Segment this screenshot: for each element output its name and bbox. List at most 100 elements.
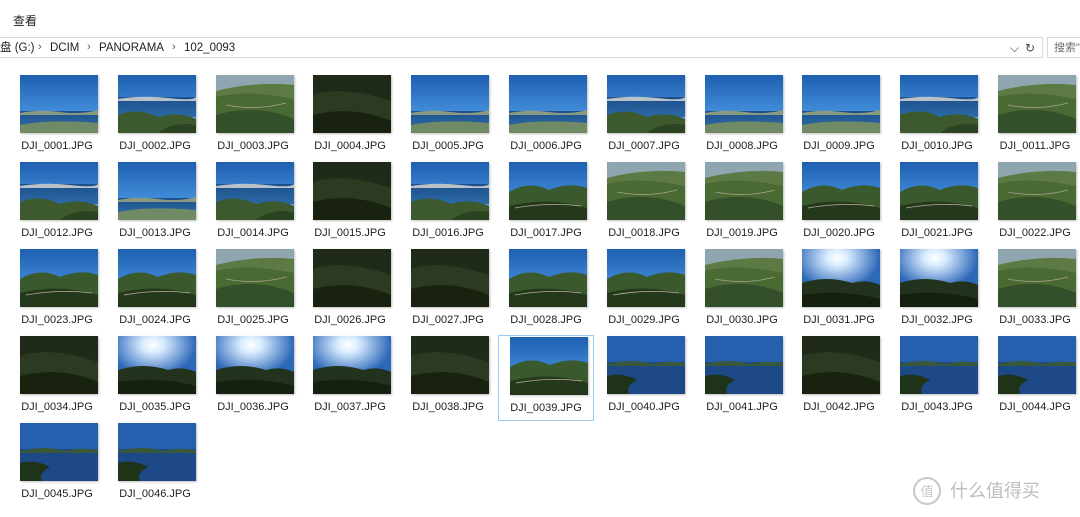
image-thumbnail[interactable]: [900, 162, 978, 220]
file-name-label: DJI_0007.JPG: [608, 140, 680, 152]
file-item[interactable]: DJI_0015.JPG: [302, 161, 398, 247]
file-item[interactable]: DJI_0042.JPG: [791, 335, 887, 421]
file-item[interactable]: DJI_0045.JPG: [9, 422, 105, 508]
image-thumbnail[interactable]: [313, 75, 391, 133]
file-item[interactable]: DJI_0043.JPG: [889, 335, 985, 421]
image-thumbnail[interactable]: [607, 336, 685, 394]
file-item[interactable]: DJI_0026.JPG: [302, 248, 398, 334]
file-item[interactable]: DJI_0012.JPG: [9, 161, 105, 247]
file-name-label: DJI_0034.JPG: [21, 401, 93, 413]
image-thumbnail[interactable]: [118, 75, 196, 133]
file-item[interactable]: DJI_0009.JPG: [791, 74, 887, 160]
image-thumbnail[interactable]: [998, 336, 1076, 394]
file-item[interactable]: DJI_0018.JPG: [596, 161, 692, 247]
image-thumbnail[interactable]: [998, 162, 1076, 220]
image-thumbnail[interactable]: [411, 336, 489, 394]
file-item[interactable]: DJI_0019.JPG: [694, 161, 790, 247]
file-item[interactable]: DJI_0025.JPG: [205, 248, 301, 334]
image-thumbnail[interactable]: [607, 162, 685, 220]
image-thumbnail[interactable]: [20, 249, 98, 307]
image-thumbnail[interactable]: [216, 162, 294, 220]
image-thumbnail[interactable]: [20, 423, 98, 481]
file-item[interactable]: DJI_0040.JPG: [596, 335, 692, 421]
image-thumbnail[interactable]: [705, 336, 783, 394]
file-item[interactable]: DJI_0006.JPG: [498, 74, 594, 160]
file-name-label: DJI_0044.JPG: [999, 401, 1071, 413]
file-item[interactable]: DJI_0044.JPG: [987, 335, 1080, 421]
image-thumbnail[interactable]: [118, 423, 196, 481]
file-name-label: DJI_0037.JPG: [314, 401, 386, 413]
image-thumbnail[interactable]: [510, 337, 588, 395]
image-thumbnail[interactable]: [998, 75, 1076, 133]
image-thumbnail[interactable]: [216, 249, 294, 307]
file-name-label: DJI_0003.JPG: [217, 140, 289, 152]
image-thumbnail[interactable]: [118, 336, 196, 394]
image-thumbnail[interactable]: [411, 162, 489, 220]
image-thumbnail[interactable]: [509, 249, 587, 307]
file-item[interactable]: DJI_0017.JPG: [498, 161, 594, 247]
file-item[interactable]: DJI_0041.JPG: [694, 335, 790, 421]
image-thumbnail[interactable]: [118, 249, 196, 307]
image-thumbnail[interactable]: [607, 249, 685, 307]
image-thumbnail[interactable]: [20, 336, 98, 394]
file-item[interactable]: DJI_0035.JPG: [107, 335, 203, 421]
image-thumbnail[interactable]: [216, 75, 294, 133]
image-thumbnail[interactable]: [313, 336, 391, 394]
file-item[interactable]: DJI_0038.JPG: [400, 335, 496, 421]
image-thumbnail[interactable]: [802, 75, 880, 133]
file-name-label: DJI_0015.JPG: [314, 227, 386, 239]
file-item[interactable]: DJI_0004.JPG: [302, 74, 398, 160]
file-item[interactable]: DJI_0030.JPG: [694, 248, 790, 334]
image-thumbnail[interactable]: [411, 75, 489, 133]
image-thumbnail[interactable]: [411, 249, 489, 307]
image-thumbnail[interactable]: [118, 162, 196, 220]
file-item[interactable]: DJI_0028.JPG: [498, 248, 594, 334]
image-thumbnail[interactable]: [313, 249, 391, 307]
file-item[interactable]: DJI_0020.JPG: [791, 161, 887, 247]
image-thumbnail[interactable]: [802, 162, 880, 220]
file-item[interactable]: DJI_0013.JPG: [107, 161, 203, 247]
image-thumbnail[interactable]: [900, 249, 978, 307]
file-item[interactable]: DJI_0008.JPG: [694, 74, 790, 160]
image-thumbnail[interactable]: [900, 336, 978, 394]
image-thumbnail[interactable]: [20, 75, 98, 133]
image-thumbnail[interactable]: [509, 162, 587, 220]
file-item[interactable]: DJI_0010.JPG: [889, 74, 985, 160]
file-item[interactable]: DJI_0046.JPG: [107, 422, 203, 508]
image-thumbnail[interactable]: [705, 249, 783, 307]
file-item[interactable]: DJI_0021.JPG: [889, 161, 985, 247]
file-item[interactable]: DJI_0033.JPG: [987, 248, 1080, 334]
image-thumbnail[interactable]: [509, 75, 587, 133]
image-thumbnail[interactable]: [900, 75, 978, 133]
watermark: 值 什么值得买: [912, 476, 1072, 508]
image-thumbnail[interactable]: [998, 249, 1076, 307]
file-item[interactable]: DJI_0003.JPG: [205, 74, 301, 160]
file-item[interactable]: DJI_0011.JPG: [987, 74, 1080, 160]
image-thumbnail[interactable]: [607, 75, 685, 133]
file-item[interactable]: DJI_0001.JPG: [9, 74, 105, 160]
image-thumbnail[interactable]: [705, 75, 783, 133]
file-item[interactable]: DJI_0029.JPG: [596, 248, 692, 334]
file-item[interactable]: DJI_0014.JPG: [205, 161, 301, 247]
file-item[interactable]: DJI_0023.JPG: [9, 248, 105, 334]
file-item[interactable]: DJI_0031.JPG: [791, 248, 887, 334]
image-thumbnail[interactable]: [216, 336, 294, 394]
file-item[interactable]: DJI_0022.JPG: [987, 161, 1080, 247]
file-item[interactable]: DJI_0036.JPG: [205, 335, 301, 421]
file-item[interactable]: DJI_0007.JPG: [596, 74, 692, 160]
image-thumbnail[interactable]: [705, 162, 783, 220]
image-thumbnail[interactable]: [802, 336, 880, 394]
file-item[interactable]: DJI_0032.JPG: [889, 248, 985, 334]
file-item[interactable]: DJI_0037.JPG: [302, 335, 398, 421]
file-item[interactable]: DJI_0039.JPG: [498, 335, 594, 421]
file-name-label: DJI_0030.JPG: [706, 314, 778, 326]
file-item[interactable]: DJI_0005.JPG: [400, 74, 496, 160]
image-thumbnail[interactable]: [20, 162, 98, 220]
file-item[interactable]: DJI_0034.JPG: [9, 335, 105, 421]
file-item[interactable]: DJI_0027.JPG: [400, 248, 496, 334]
file-item[interactable]: DJI_0016.JPG: [400, 161, 496, 247]
image-thumbnail[interactable]: [802, 249, 880, 307]
file-item[interactable]: DJI_0002.JPG: [107, 74, 203, 160]
image-thumbnail[interactable]: [313, 162, 391, 220]
file-item[interactable]: DJI_0024.JPG: [107, 248, 203, 334]
